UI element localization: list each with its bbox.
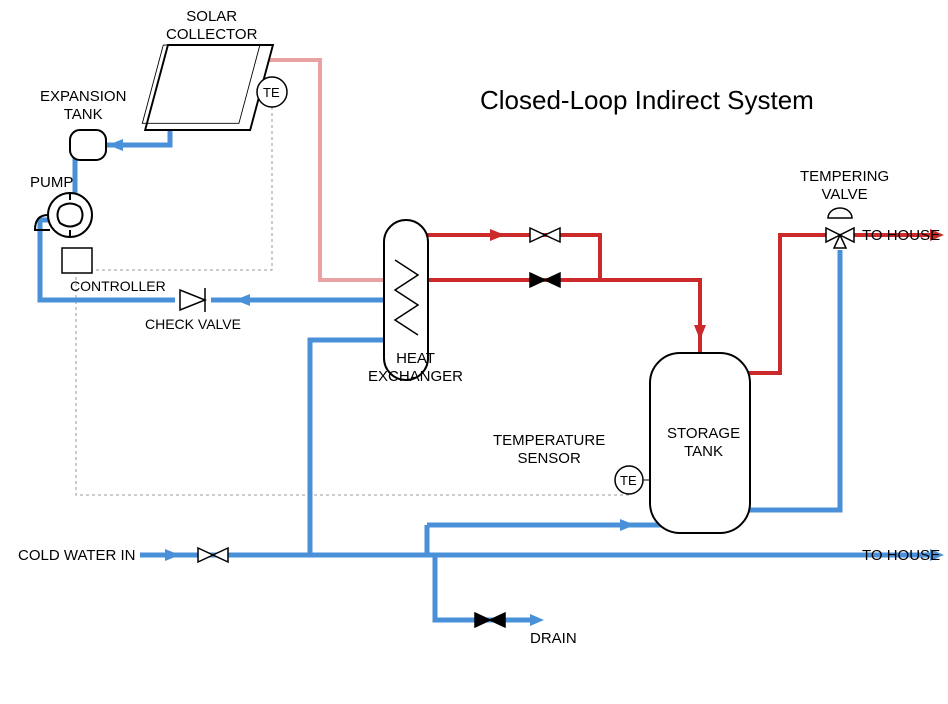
solar-collector-symbol xyxy=(142,45,273,130)
label-te2: TE xyxy=(620,473,637,489)
label-tempering-valve: TEMPERING VALVE xyxy=(800,168,889,204)
label-storage-tank: STORAGE TANK xyxy=(667,425,740,461)
controller-symbol xyxy=(62,248,92,273)
blue-arrows xyxy=(108,66,944,626)
label-to-house-1: TO HOUSE xyxy=(862,227,940,245)
label-expansion-tank: EXPANSION TANK xyxy=(40,88,126,124)
label-to-house-2: TO HOUSE xyxy=(862,547,940,565)
expansion-tank-symbol xyxy=(70,130,106,160)
label-controller: CONTROLLER xyxy=(70,278,166,295)
label-drain: DRAIN xyxy=(530,630,577,648)
inline-valves xyxy=(198,228,560,627)
label-te1: TE xyxy=(263,85,280,101)
label-heat-exchanger: HEAT EXCHANGER xyxy=(368,350,463,386)
tempering-valve-symbol xyxy=(826,208,854,248)
check-valve-symbol xyxy=(175,288,211,312)
label-check-valve: CHECK VALVE xyxy=(145,316,241,333)
label-temperature-sensor: TEMPERATURE SENSOR xyxy=(493,432,605,468)
label-solar-collector: SOLAR COLLECTOR xyxy=(166,8,257,44)
pump-symbol xyxy=(35,193,92,237)
label-cold-water-in: COLD WATER IN xyxy=(18,547,136,565)
diagram-title: Closed-Loop Indirect System xyxy=(480,85,814,116)
label-pump: PUMP xyxy=(30,174,73,192)
cold-lines xyxy=(40,70,930,620)
